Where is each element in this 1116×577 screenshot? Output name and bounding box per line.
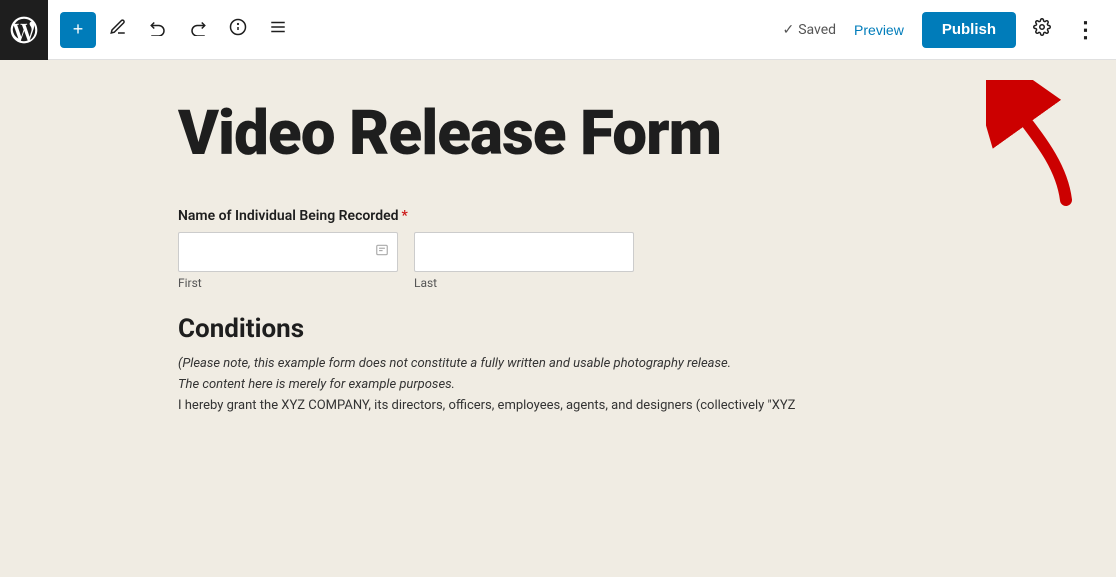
- conditions-heading: Conditions: [178, 314, 938, 344]
- list-view-button[interactable]: [260, 12, 296, 48]
- undo-icon: [149, 18, 167, 41]
- publish-button[interactable]: Publish: [922, 12, 1016, 48]
- saved-label: Saved: [798, 22, 836, 38]
- input-icon: [375, 243, 389, 261]
- main-content: Video Release Form Name of Individual Be…: [0, 60, 1116, 577]
- first-name-field-wrap: First: [178, 232, 398, 290]
- first-name-sub-label: First: [178, 276, 398, 290]
- name-field-label: Name of Individual Being Recorded*: [178, 208, 938, 224]
- toolbar: +: [0, 0, 1116, 60]
- gear-icon: [1033, 18, 1051, 41]
- conditions-section: Conditions (Please note, this example fo…: [178, 314, 938, 416]
- first-name-input[interactable]: [178, 232, 398, 272]
- more-options-button[interactable]: ⋮: [1068, 12, 1104, 48]
- settings-button[interactable]: [1024, 12, 1060, 48]
- tools-button[interactable]: [100, 12, 136, 48]
- preview-label: Preview: [854, 22, 904, 38]
- checkmark-icon: ✓: [782, 22, 794, 38]
- annotation-arrow: [986, 80, 1066, 200]
- conditions-text: (Please note, this example form does not…: [178, 354, 938, 416]
- red-arrow-svg: [986, 80, 1086, 210]
- undo-button[interactable]: [140, 12, 176, 48]
- name-fields: First Last: [178, 232, 938, 290]
- form-section: Name of Individual Being Recorded*: [178, 208, 938, 290]
- toolbar-right: ✓ Saved Preview Publish ⋮: [782, 12, 1104, 48]
- more-icon: ⋮: [1075, 17, 1098, 43]
- info-icon: [229, 18, 247, 41]
- publish-label: Publish: [942, 21, 996, 38]
- redo-icon: [189, 18, 207, 41]
- page-content: Video Release Form Name of Individual Be…: [178, 100, 938, 537]
- wp-logo[interactable]: [0, 0, 48, 60]
- required-indicator: *: [402, 208, 408, 224]
- saved-status: ✓ Saved: [782, 22, 836, 38]
- last-name-sub-label: Last: [414, 276, 634, 290]
- redo-button[interactable]: [180, 12, 216, 48]
- last-name-field-wrap: Last: [414, 232, 634, 290]
- wordpress-icon: [8, 14, 40, 46]
- preview-button[interactable]: Preview: [844, 16, 914, 44]
- pencil-icon: [109, 18, 127, 41]
- add-icon: +: [73, 19, 84, 40]
- last-name-input[interactable]: [414, 232, 634, 272]
- list-view-icon: [269, 18, 287, 41]
- page-title: Video Release Form: [178, 100, 938, 168]
- info-button[interactable]: [220, 12, 256, 48]
- add-block-button[interactable]: +: [60, 12, 96, 48]
